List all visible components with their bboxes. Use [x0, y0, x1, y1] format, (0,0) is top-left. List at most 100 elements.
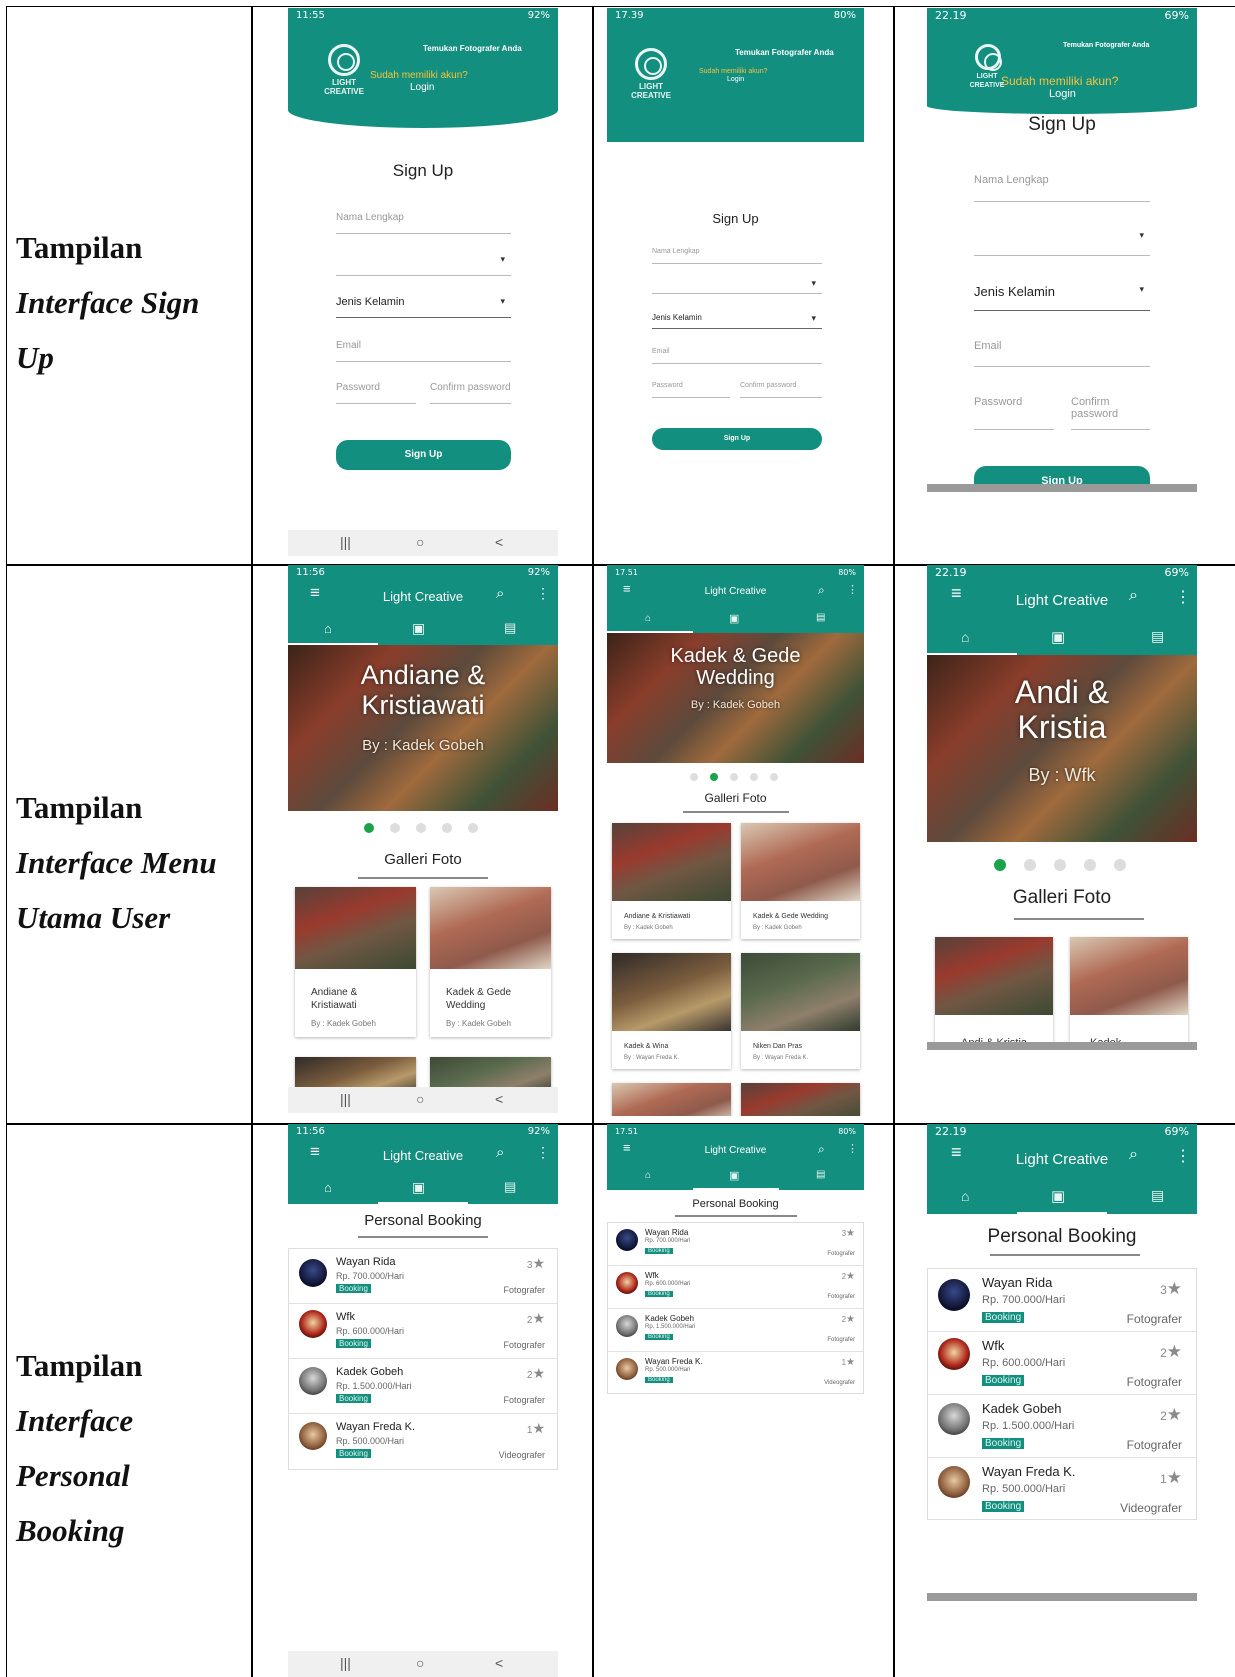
booking-button[interactable]: Booking [645, 1248, 673, 1254]
login-link[interactable]: Login [410, 82, 434, 93]
carousel-dot[interactable] [364, 823, 374, 833]
password-field[interactable]: Password [652, 382, 730, 398]
gallery-card[interactable] [612, 1083, 731, 1116]
booking-item[interactable]: Wayan Freda K. Rp. 500.000/Hari Booking … [928, 1458, 1196, 1520]
recents-icon[interactable]: ||| [340, 1091, 351, 1107]
search-icon[interactable]: ⌕ [818, 1142, 825, 1157]
gender-select[interactable]: Jenis Kelamin ▾ [974, 284, 1150, 311]
contact-card-tab-icon[interactable]: ▣ [412, 1179, 425, 1196]
back-icon[interactable]: < [495, 1655, 503, 1671]
contact-card-tab-icon[interactable]: ▣ [1051, 628, 1065, 646]
home-tab-icon[interactable]: ⌂ [324, 1180, 332, 1195]
gallery-card[interactable]: Kadek & Gede Wedding By : Kadek Gobeh [430, 887, 551, 1037]
recents-icon[interactable]: ||| [340, 1655, 351, 1671]
password-field[interactable]: Password [974, 396, 1054, 430]
list-tab-icon[interactable]: ▤ [816, 612, 825, 623]
booking-item[interactable]: Wfk Rp. 600.000/Hari Booking 2★ Fotograf… [289, 1304, 557, 1359]
list-tab-icon[interactable]: ▤ [1151, 1187, 1164, 1204]
home-tab-icon[interactable]: ⌂ [645, 613, 651, 624]
select-field[interactable]: ▾ [336, 254, 511, 276]
email-field[interactable]: Email [336, 340, 511, 362]
carousel-dot[interactable] [730, 773, 738, 781]
booking-item[interactable]: Wayan Rida Rp. 700.000/Hari Booking 3★ F… [928, 1269, 1196, 1332]
carousel-dot[interactable] [468, 823, 478, 833]
gallery-card[interactable]: Andi & Kristia [935, 937, 1053, 1047]
booking-item[interactable]: Kadek Gobeh Rp. 1.500.000/Hari Booking 2… [289, 1359, 557, 1414]
login-link[interactable]: Login [1049, 88, 1076, 100]
booking-button[interactable]: Booking [645, 1377, 673, 1383]
list-tab-icon[interactable]: ▤ [1151, 628, 1164, 645]
more-vert-icon[interactable]: ⋮ [536, 585, 550, 602]
login-link[interactable]: Login [727, 76, 744, 83]
home-nav-icon[interactable]: ○ [416, 1655, 424, 1671]
confirm-password-field[interactable]: Confirm password [1071, 396, 1150, 430]
carousel-dot[interactable] [1054, 859, 1066, 871]
carousel-dot[interactable] [690, 773, 698, 781]
gallery-card[interactable]: Niken Dan Pras By : Wayan Freda K. [741, 953, 860, 1069]
booking-button[interactable]: Booking [645, 1291, 673, 1297]
carousel-dot[interactable] [750, 773, 758, 781]
search-icon[interactable]: ⌕ [818, 583, 825, 598]
more-vert-icon[interactable]: ⋮ [1175, 587, 1191, 607]
banner-image[interactable]: Kadek & Gede Wedding By : Kadek Gobeh [607, 633, 864, 763]
email-field[interactable]: Email [974, 340, 1150, 367]
gallery-card[interactable]: Kadek & Wina By : Wayan Freda K. [612, 953, 731, 1069]
booking-button[interactable]: Booking [336, 1284, 371, 1293]
more-vert-icon[interactable]: ⋮ [847, 1142, 858, 1155]
search-icon[interactable]: ⌕ [496, 585, 504, 602]
banner-image[interactable]: Andiane & Kristiawati By : Kadek Gobeh [288, 645, 558, 811]
gallery-card[interactable]: Kadek & Gede Wedding By : Kadek Gobeh [741, 823, 860, 939]
recents-icon[interactable]: ||| [340, 534, 351, 550]
signup-button[interactable]: Sign Up [652, 428, 822, 450]
booking-button[interactable]: Booking [982, 1312, 1025, 1323]
carousel-dot[interactable] [1024, 859, 1036, 871]
carousel-dot[interactable] [710, 773, 718, 781]
home-tab-icon[interactable]: ⌂ [961, 629, 969, 645]
search-icon[interactable]: ⌕ [1129, 587, 1138, 605]
banner-image[interactable]: Andi & Kristia By : Wfk [927, 655, 1197, 842]
gallery-card[interactable]: Kadek [1070, 937, 1188, 1047]
password-field[interactable]: Password [336, 382, 416, 404]
search-icon[interactable]: ⌕ [1129, 1146, 1138, 1164]
booking-button[interactable]: Booking [336, 1449, 371, 1458]
select-field[interactable]: ▾ [974, 230, 1150, 256]
gender-select[interactable]: Jenis Kelamin ▾ [652, 313, 822, 329]
contact-card-tab-icon[interactable]: ▣ [729, 1169, 739, 1182]
list-tab-icon[interactable]: ▤ [504, 620, 516, 636]
booking-item[interactable]: Wayan Rida Rp. 700.000/Hari Booking 3★ F… [608, 1223, 863, 1266]
home-tab-icon[interactable]: ⌂ [961, 1188, 969, 1204]
contact-card-tab-icon[interactable]: ▣ [1051, 1187, 1065, 1205]
more-vert-icon[interactable]: ⋮ [1175, 1146, 1191, 1166]
booking-item[interactable]: Wfk Rp. 600.000/Hari Booking 2★ Fotograf… [928, 1332, 1196, 1395]
list-tab-icon[interactable]: ▤ [816, 1169, 825, 1180]
booking-item[interactable]: Kadek Gobeh Rp. 1.500.000/Hari Booking 2… [928, 1395, 1196, 1458]
full-name-field[interactable]: Nama Lengkap [652, 248, 822, 264]
booking-item[interactable]: Wayan Freda K. Rp. 500.000/Hari Booking … [608, 1352, 863, 1394]
home-nav-icon[interactable]: ○ [416, 534, 424, 550]
more-vert-icon[interactable]: ⋮ [847, 583, 858, 596]
gender-select[interactable]: Jenis Kelamin ▾ [336, 296, 511, 318]
booking-button[interactable]: Booking [645, 1334, 673, 1340]
booking-item[interactable]: Wayan Freda K. Rp. 500.000/Hari Booking … [289, 1414, 557, 1470]
signup-button[interactable]: Sign Up [336, 440, 511, 470]
home-tab-icon[interactable]: ⌂ [645, 1170, 651, 1181]
gallery-card[interactable]: Andiane & Kristiawati By : Kadek Gobeh [612, 823, 731, 939]
carousel-dot[interactable] [1084, 859, 1096, 871]
carousel-dot[interactable] [770, 773, 778, 781]
booking-item[interactable]: Wayan Rida Rp. 700.000/Hari Booking 3★ F… [289, 1249, 557, 1304]
booking-button[interactable]: Booking [982, 1501, 1025, 1512]
carousel-dot[interactable] [442, 823, 452, 833]
booking-item[interactable]: Wfk Rp. 600.000/Hari Booking 2★ Fotograf… [608, 1266, 863, 1309]
booking-button[interactable]: Booking [336, 1339, 371, 1348]
confirm-password-field[interactable]: Confirm password [740, 382, 822, 398]
carousel-dot[interactable] [390, 823, 400, 833]
carousel-dot[interactable] [416, 823, 426, 833]
booking-button[interactable]: Booking [336, 1394, 371, 1403]
home-nav-icon[interactable]: ○ [416, 1091, 424, 1107]
full-name-field[interactable]: Nama Lengkap [336, 212, 511, 234]
gallery-card[interactable]: Andiane & Kristiawati By : Kadek Gobeh [295, 887, 416, 1037]
more-vert-icon[interactable]: ⋮ [536, 1144, 550, 1161]
home-tab-icon[interactable]: ⌂ [324, 621, 332, 636]
carousel-dot[interactable] [1114, 859, 1126, 871]
carousel-dot[interactable] [994, 859, 1006, 871]
